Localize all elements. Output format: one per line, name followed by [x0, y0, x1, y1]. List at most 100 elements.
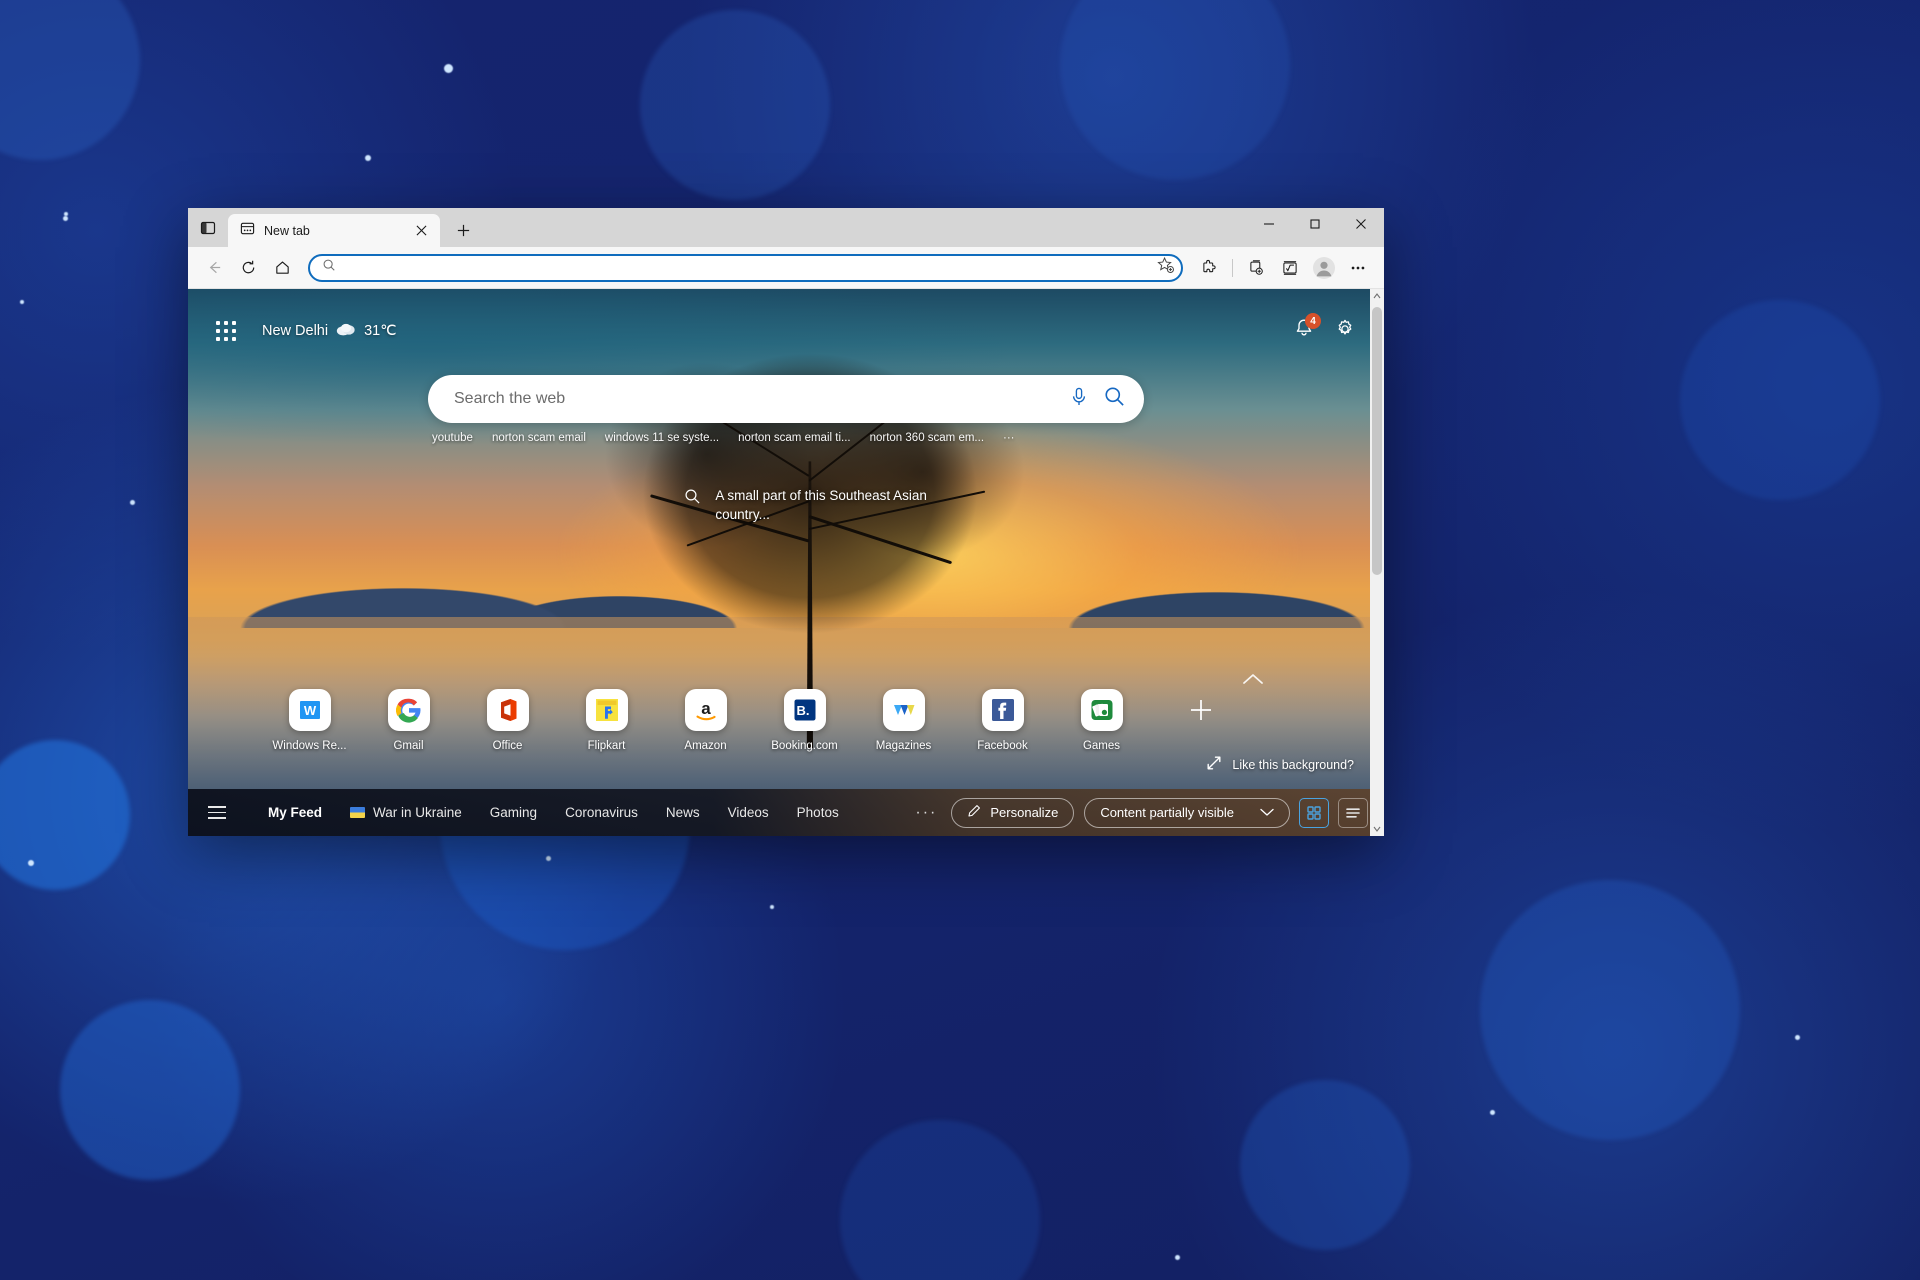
cloud-icon: [335, 321, 357, 341]
svg-text:B.: B.: [796, 703, 809, 718]
content-visibility-dropdown[interactable]: Content partially visible: [1084, 797, 1290, 828]
shortcut-label: Magazines: [875, 740, 932, 752]
profile-avatar-icon[interactable]: [1308, 252, 1340, 284]
collections-icon[interactable]: [1240, 252, 1272, 284]
personalize-button[interactable]: Personalize: [951, 797, 1075, 828]
sparkle: [770, 905, 774, 909]
trending-item[interactable]: norton 360 scam em...: [870, 432, 984, 444]
feed-link-videos[interactable]: Videos: [714, 805, 783, 820]
shortcut-tile-facebook[interactable]: Facebook: [953, 689, 1052, 752]
facebook-icon: [981, 689, 1024, 731]
microphone-icon[interactable]: [1069, 386, 1089, 413]
search-box[interactable]: [428, 375, 1144, 423]
page-settings-gear-icon[interactable]: [1334, 318, 1356, 345]
feed-link-news[interactable]: News: [652, 805, 714, 820]
shortcut-label: Office: [492, 740, 523, 752]
trending-more[interactable]: ···: [1003, 432, 1015, 444]
address-bar[interactable]: [308, 253, 1183, 282]
trending-item[interactable]: windows 11 se syste...: [605, 432, 719, 444]
tab-actions-icon[interactable]: [188, 208, 228, 247]
sparkle: [365, 155, 371, 161]
shortcut-tile-amazon[interactable]: a Amazon: [656, 689, 755, 752]
add-favorite-star-icon[interactable]: [1156, 256, 1175, 280]
shortcut-label: Gmail: [393, 740, 424, 752]
newtab-header: New Delhi 31℃ 4: [188, 311, 1384, 351]
scrollbar-thumb[interactable]: [1372, 307, 1382, 575]
search-icon[interactable]: [1103, 385, 1126, 413]
shortcut-label: Flipkart: [587, 740, 626, 752]
shortcut-tiles: W Windows Re... Gmail Office Flipkart a …: [188, 689, 1384, 752]
new-tab-button[interactable]: [446, 214, 480, 247]
shortcut-tile-office[interactable]: Office: [458, 689, 557, 752]
page-scrollbar[interactable]: [1370, 289, 1384, 836]
bokeh-circle: [1480, 880, 1740, 1140]
math-solver-icon[interactable]: [1274, 252, 1306, 284]
more-options-icon[interactable]: [1342, 252, 1374, 284]
feed-link-war-in-ukraine[interactable]: War in Ukraine: [336, 805, 476, 820]
sparkle: [20, 300, 24, 304]
refresh-icon[interactable]: [232, 252, 264, 284]
shortcut-label: Amazon: [684, 740, 727, 752]
close-button[interactable]: [1338, 208, 1384, 240]
like-background-button[interactable]: Like this background?: [1206, 755, 1354, 774]
background-info-hotspot[interactable]: A small part of this Southeast Asian cou…: [684, 486, 964, 525]
chevron-down-icon: [1260, 805, 1274, 820]
close-icon[interactable]: [410, 220, 432, 242]
sparkle: [28, 860, 34, 866]
grid-view-button[interactable]: [1299, 797, 1329, 828]
window-controls: [1246, 208, 1384, 240]
shortcut-tile-windows-report[interactable]: W Windows Re...: [260, 689, 359, 752]
scrollbar-up-arrow[interactable]: [1370, 289, 1384, 303]
scrollbar-down-arrow[interactable]: [1370, 822, 1384, 836]
shortcut-tile-booking[interactable]: B. Booking.com: [755, 689, 854, 752]
feed-more-button[interactable]: ···: [901, 804, 951, 822]
feed-link-gaming[interactable]: Gaming: [476, 805, 551, 820]
new-tab-page-icon: [240, 221, 255, 241]
shortcut-tile-gmail[interactable]: Gmail: [359, 689, 458, 752]
shortcut-tile-magazines[interactable]: Magazines: [854, 689, 953, 752]
like-background-label: Like this background?: [1232, 757, 1354, 772]
home-icon[interactable]: [266, 252, 298, 284]
feed-link-photos[interactable]: Photos: [783, 805, 853, 820]
sparkle: [63, 216, 68, 221]
list-view-button[interactable]: [1338, 797, 1368, 828]
flipkart-icon: [585, 689, 628, 731]
gmail-icon: [387, 689, 430, 731]
browser-tab[interactable]: New tab: [228, 214, 440, 247]
extensions-puzzle-icon[interactable]: [1193, 252, 1225, 284]
trending-item[interactable]: youtube: [432, 432, 473, 444]
feed-link-my-feed[interactable]: My Feed: [254, 805, 336, 820]
shortcut-tile-flipkart[interactable]: Flipkart: [557, 689, 656, 752]
new-tab-page: New Delhi 31℃ 4 Search the web youtube n…: [188, 289, 1384, 836]
add-shortcut-button[interactable]: [1151, 689, 1250, 723]
booking-icon: B.: [783, 689, 826, 731]
shortcut-tile-games[interactable]: Games: [1052, 689, 1151, 752]
trending-item[interactable]: norton scam email: [492, 432, 586, 444]
svg-text:a: a: [701, 699, 711, 718]
shortcut-label: Windows Re...: [272, 740, 347, 752]
app-launcher-waffle-icon[interactable]: [216, 321, 236, 341]
feed-link-coronavirus[interactable]: Coronavirus: [551, 805, 652, 820]
search-input[interactable]: [454, 390, 1055, 408]
sparkle: [1175, 1255, 1180, 1260]
weather-widget[interactable]: New Delhi 31℃: [262, 321, 397, 341]
sparkle: [1490, 1110, 1495, 1115]
maximize-button[interactable]: [1292, 208, 1338, 240]
address-input[interactable]: [344, 260, 1148, 275]
trending-item[interactable]: norton scam email ti...: [738, 432, 850, 444]
back-arrow-icon[interactable]: [198, 252, 230, 284]
toolbar-divider: [1232, 258, 1233, 277]
expand-arrows-icon: [1206, 755, 1222, 774]
sparkle: [546, 856, 551, 861]
sparkle: [64, 212, 68, 216]
windows-report-icon: W: [288, 689, 331, 731]
feed-link-label: War in Ukraine: [373, 805, 462, 820]
svg-text:W: W: [303, 703, 316, 718]
bokeh-circle: [60, 1000, 240, 1180]
search-icon: [322, 258, 336, 277]
bokeh-circle: [0, 740, 130, 890]
notifications-button[interactable]: 4: [1294, 313, 1321, 344]
hamburger-menu-icon[interactable]: [208, 806, 238, 819]
bokeh-circle: [640, 10, 830, 200]
minimize-button[interactable]: [1246, 208, 1292, 240]
